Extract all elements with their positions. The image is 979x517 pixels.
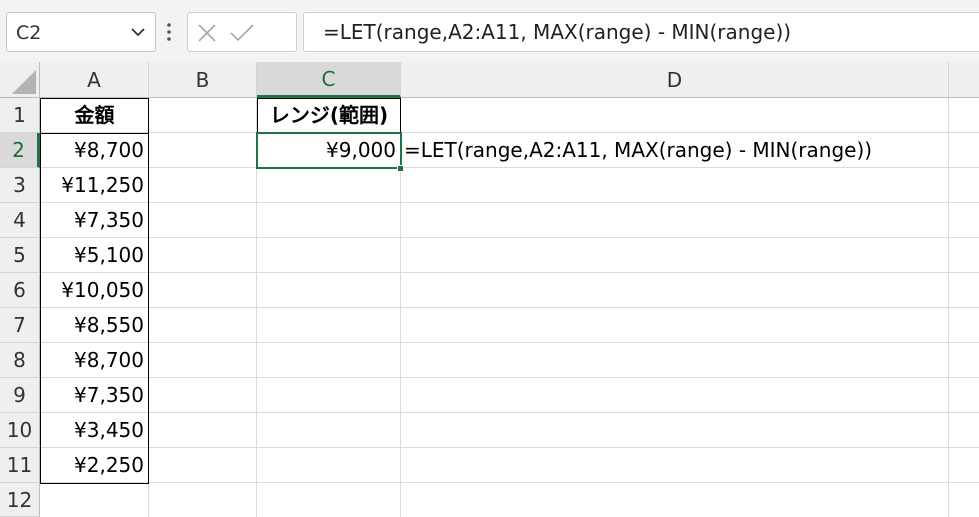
row-header-6[interactable]: 6	[0, 273, 40, 308]
row-header-2[interactable]: 2	[0, 133, 40, 168]
cell-a3[interactable]: ¥11,250	[41, 168, 148, 203]
cell-a8[interactable]: ¥8,700	[41, 343, 148, 378]
name-box-value[interactable]: C2	[16, 22, 41, 44]
cell-a6[interactable]: ¥10,050	[41, 273, 148, 308]
row-header-8[interactable]: 8	[0, 343, 40, 378]
row-header-5[interactable]: 5	[0, 238, 40, 273]
enter-check-icon[interactable]	[229, 23, 255, 43]
gridline	[40, 482, 979, 483]
column-header-d[interactable]: D	[401, 62, 949, 98]
select-all-corner[interactable]	[0, 62, 40, 98]
more-options-icon[interactable]	[166, 23, 172, 41]
gridline	[40, 237, 979, 238]
row-header-1[interactable]: 1	[0, 98, 40, 133]
row-header-12[interactable]: 12	[0, 483, 40, 517]
row-header-3[interactable]: 3	[0, 168, 40, 203]
fill-handle[interactable]	[397, 165, 404, 172]
formula-text[interactable]: =LET(range,A2:A11, MAX(range) - MIN(rang…	[323, 20, 791, 44]
cell-a4[interactable]: ¥7,350	[41, 203, 148, 238]
row-header-4[interactable]: 4	[0, 203, 40, 238]
formula-buttons: fx	[187, 12, 477, 52]
cell-a9[interactable]: ¥7,350	[41, 378, 148, 413]
gridline	[40, 377, 979, 378]
active-cell-selection	[256, 132, 402, 169]
gridline	[40, 202, 979, 203]
column-header-e[interactable]	[949, 62, 979, 98]
column-header-c[interactable]: C	[257, 62, 401, 98]
row-header-9[interactable]: 9	[0, 378, 40, 413]
row-header-11[interactable]: 11	[0, 448, 40, 483]
cell-a11[interactable]: ¥2,250	[41, 448, 148, 483]
chevron-down-icon[interactable]	[131, 27, 145, 37]
row-header-10[interactable]: 10	[0, 413, 40, 448]
row-header-7[interactable]: 7	[0, 308, 40, 343]
column-header-b[interactable]: B	[149, 62, 257, 98]
gridline	[40, 307, 979, 308]
cell-a1-header[interactable]: 金額	[41, 98, 148, 133]
cancel-icon[interactable]	[197, 23, 217, 43]
cell-d2-formula-text[interactable]: =LET(range,A2:A11, MAX(range) - MIN(rang…	[404, 133, 949, 168]
gridline	[40, 342, 979, 343]
column-header-a[interactable]: A	[40, 62, 149, 98]
select-all-icon	[12, 70, 36, 94]
gridline	[40, 272, 979, 273]
cell-a7[interactable]: ¥8,550	[41, 308, 148, 343]
cell-a10[interactable]: ¥3,450	[41, 413, 148, 448]
formula-bar-area: C2 fx =LET(range,A2:A11, MAX(range) - MI…	[0, 0, 979, 62]
gridline	[40, 412, 979, 413]
cell-c1-header[interactable]: レンジ(範囲)	[258, 98, 400, 133]
formula-input[interactable]: =LET(range,A2:A11, MAX(range) - MIN(rang…	[303, 12, 979, 52]
name-box[interactable]: C2	[6, 12, 156, 52]
cell-a2[interactable]: ¥8,700	[41, 133, 148, 168]
gridline	[40, 447, 979, 448]
spreadsheet-grid[interactable]: A B C D 1 2 3 4 5 6 7 8 9 10 11 12 金額 ¥8…	[0, 62, 979, 517]
cell-a5[interactable]: ¥5,100	[41, 238, 148, 273]
